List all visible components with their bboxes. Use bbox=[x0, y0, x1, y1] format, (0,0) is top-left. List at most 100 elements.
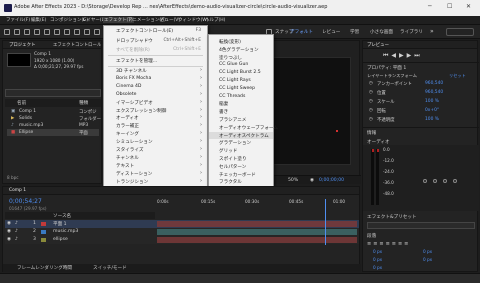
menu-file[interactable]: ファイル(F) bbox=[6, 17, 30, 23]
layer-color-label[interactable] bbox=[41, 238, 46, 242]
transform-property-row[interactable]: ◷ 位置 960,540 bbox=[365, 89, 475, 96]
paragraph-value[interactable]: 0 px bbox=[423, 249, 432, 254]
paragraph-align-icons[interactable]: ≡≡≡≡≡≡≡ bbox=[367, 241, 410, 247]
menu-item-category[interactable]: Obsolete › bbox=[104, 91, 207, 99]
menu-item-manage-effects[interactable]: エフェクトを管理... bbox=[104, 56, 207, 66]
menu-item-category[interactable]: Cinema 4D › bbox=[104, 83, 207, 91]
close-button[interactable]: ✕ bbox=[466, 3, 471, 10]
submenu-item[interactable]: CC Glue Gun bbox=[209, 61, 273, 69]
stopwatch-icon[interactable]: ◷ bbox=[369, 99, 373, 104]
menu-item-category[interactable]: ディストーション › bbox=[104, 170, 207, 178]
eye-icon[interactable]: ◉ bbox=[7, 237, 11, 242]
tab-effects-presets[interactable]: エフェクト&プリセット bbox=[367, 214, 417, 220]
menu-item-drop-shadow[interactable]: ドロップシャドウ Ctrl+Alt+Shift+E bbox=[104, 36, 207, 46]
audio-icon[interactable]: ♪ bbox=[15, 229, 18, 234]
playhead[interactable] bbox=[325, 199, 326, 245]
submenu-item[interactable]: セルパターン bbox=[209, 163, 273, 171]
tab-effect-controls[interactable]: エフェクトコントロール bbox=[53, 42, 101, 48]
project-item[interactable]: ■ Ellipse 平面 bbox=[7, 129, 99, 136]
submenu-item[interactable]: スポイト塗り bbox=[209, 155, 273, 163]
menu-edit[interactable]: 編集(E) bbox=[31, 17, 46, 23]
workspace-more-icon[interactable]: » bbox=[430, 28, 434, 35]
submenu-item[interactable]: グリッド bbox=[209, 147, 273, 155]
submenu-item[interactable]: オーディオスペクトラム bbox=[209, 131, 273, 140]
eye-icon[interactable]: ◉ bbox=[7, 221, 11, 226]
transform-property-row[interactable]: ◷ 回転 0x+0° bbox=[365, 107, 475, 114]
tab-preview[interactable]: プレビュー bbox=[367, 42, 389, 48]
submenu-item[interactable]: オーディオウェーブフォーム bbox=[209, 124, 278, 132]
effects-search-input[interactable] bbox=[367, 222, 475, 229]
stopwatch-icon[interactable]: ◷ bbox=[369, 90, 373, 95]
submenu-item[interactable]: 書き bbox=[209, 108, 273, 116]
stopwatch-icon[interactable]: ◷ bbox=[369, 81, 373, 86]
stopwatch-icon[interactable]: ◷ bbox=[369, 108, 373, 113]
menu-item-category[interactable]: スタイライズ › bbox=[104, 146, 207, 154]
transform-property-row[interactable]: ◷ アンカーポイント 960,540 bbox=[365, 80, 475, 87]
audio-level-knob[interactable] bbox=[433, 179, 437, 183]
menu-item-category[interactable]: 3D チャンネル › bbox=[104, 67, 207, 75]
layer-duration-bar[interactable] bbox=[157, 229, 357, 235]
project-search-input[interactable] bbox=[5, 89, 101, 97]
workspace-review[interactable]: レビュー bbox=[322, 29, 340, 35]
selection-tool-icon[interactable] bbox=[14, 29, 20, 35]
column-name[interactable]: 名前 bbox=[17, 100, 26, 106]
playback-controls[interactable]: ⏮◀▶▶⏭ bbox=[383, 52, 423, 60]
paragraph-value[interactable]: 0 px bbox=[373, 265, 382, 270]
workspace-default[interactable]: デフォルト bbox=[290, 29, 313, 35]
transform-property-row[interactable]: ◷ スケール 100 % bbox=[365, 98, 475, 105]
workspace-learn[interactable]: 学習 bbox=[350, 29, 359, 35]
menu-item-category[interactable]: オーディオ › bbox=[104, 114, 207, 122]
tab-paragraph[interactable]: 段落 bbox=[367, 233, 376, 239]
submenu-item[interactable]: 塗りつぶし bbox=[209, 54, 273, 62]
layer-duration-bar[interactable] bbox=[157, 221, 357, 227]
menu-item-category[interactable]: イマーシブビデオ › bbox=[104, 99, 207, 107]
menu-window[interactable]: ウィンドウ(W) bbox=[178, 17, 208, 23]
menu-item-effect-controls[interactable]: エフェクトコントロール(E) F3 bbox=[104, 26, 207, 36]
transform-property-row[interactable]: ◷ 不透明度 100 % bbox=[365, 116, 475, 123]
timeline-timecode[interactable]: 0;00;54;27 bbox=[9, 198, 42, 205]
tab-project[interactable]: プロジェクト bbox=[9, 42, 35, 48]
project-item[interactable]: ▶ Solids フォルダー bbox=[7, 115, 101, 122]
submenu-item[interactable]: CC Light Rays bbox=[209, 77, 273, 85]
menu-item-category[interactable]: シミュレーション › bbox=[104, 138, 207, 146]
switches-modes-toggle[interactable]: スイッチ/モード bbox=[93, 265, 127, 271]
layer-color-label[interactable] bbox=[41, 222, 46, 226]
menu-item-category[interactable]: エクスプレッション制御 › bbox=[104, 107, 207, 115]
submenu-item[interactable]: CC Light Burst 2.5 bbox=[209, 69, 273, 77]
paragraph-value[interactable]: 0 px bbox=[373, 249, 382, 254]
submenu-item[interactable]: CC Threads bbox=[209, 93, 273, 101]
timeline-layer-row[interactable]: ◉ ♪ 1 平面 1 bbox=[5, 220, 359, 228]
menu-item-category[interactable]: カラー補正 › bbox=[104, 122, 207, 130]
home-icon[interactable] bbox=[4, 29, 10, 35]
submenu-item[interactable]: チェッカーボード bbox=[209, 171, 273, 179]
menu-item-remove-all[interactable]: すべてを削除(R) Ctrl+Shift+E bbox=[104, 45, 207, 55]
column-type[interactable]: 種類 bbox=[79, 100, 88, 106]
menu-help[interactable]: ヘルプ(H) bbox=[205, 17, 225, 23]
project-item[interactable]: ▣ Comp 1 コンポジ bbox=[7, 108, 99, 115]
camera-tool-icon[interactable] bbox=[54, 29, 60, 35]
pen-tool-icon[interactable] bbox=[84, 29, 90, 35]
menu-item-category[interactable]: トランジション › bbox=[104, 178, 207, 186]
maximize-button[interactable]: ☐ bbox=[447, 3, 452, 10]
zoom-level[interactable]: 50% bbox=[288, 178, 298, 183]
audio-level-knob[interactable] bbox=[423, 179, 427, 183]
timeline-layer-row[interactable]: ◉ ♪ 2 music.mp3 bbox=[5, 228, 359, 236]
audio-icon[interactable]: ♪ bbox=[15, 221, 18, 226]
search-help-input[interactable] bbox=[446, 28, 474, 36]
timecode-display[interactable]: 0;00;00;00 bbox=[319, 178, 344, 183]
pan-tool-icon[interactable] bbox=[64, 29, 70, 35]
zoom-tool-icon[interactable] bbox=[34, 29, 40, 35]
paragraph-value[interactable]: 0 px bbox=[423, 257, 432, 262]
submenu-item[interactable]: CC Light Sweep bbox=[209, 85, 273, 93]
camera-snapshot-icon[interactable]: ◉ bbox=[310, 178, 314, 183]
hand-tool-icon[interactable] bbox=[24, 29, 30, 35]
stopwatch-icon[interactable]: ◷ bbox=[369, 117, 373, 122]
timeline-ruler[interactable]: 0:00s 00:15s 00:30s 00:45s 01:00 bbox=[157, 199, 357, 207]
mask-tool-icon[interactable] bbox=[74, 29, 80, 35]
audio-icon[interactable]: ♪ bbox=[15, 237, 18, 242]
submenu-item[interactable]: 稲妻 bbox=[209, 100, 273, 108]
eye-icon[interactable]: ◉ bbox=[7, 229, 11, 234]
layer-duration-bar[interactable] bbox=[157, 237, 357, 243]
paragraph-value[interactable]: 0 px bbox=[373, 257, 382, 262]
audio-level-knob[interactable] bbox=[453, 179, 457, 183]
